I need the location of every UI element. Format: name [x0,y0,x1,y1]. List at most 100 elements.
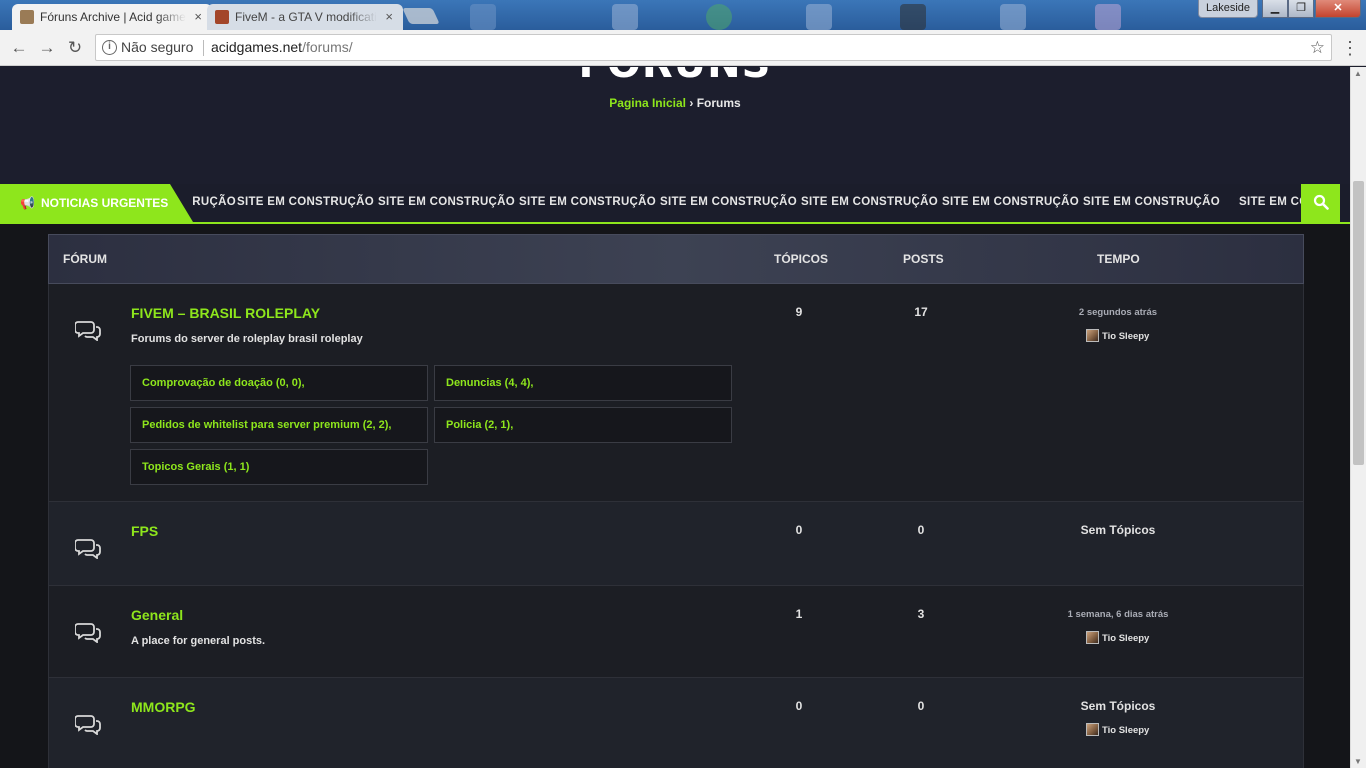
ticker-item[interactable]: SITE EM CONSTRUÇÃO [237,196,374,208]
column-header-posts: POSTS [903,252,944,266]
close-window-button[interactable]: ✕ [1315,0,1361,18]
ticker-item[interactable]: SITE EM CONSTRUÇÃO [1083,196,1220,208]
breadcrumb-current: Forums [696,96,741,110]
ticker-item[interactable]: SITE EM CONSTRUÇÃO [942,196,1079,208]
ticker-item[interactable]: SITE EM CONSTRUÇÃO [660,196,797,208]
profile-button[interactable]: Lakeside [1198,0,1258,18]
chat-bubbles-icon [75,539,101,559]
browser-toolbar: ← → ↻ i Não seguro acidgames.net/forums/… [0,30,1366,66]
forward-arrow-icon[interactable]: → [35,36,59,60]
avatar [1086,329,1099,342]
url-domain: acidgames.net [211,39,303,55]
posts-count: 0 [917,699,925,713]
address-bar[interactable]: i Não seguro acidgames.net/forums/ ☆ [95,34,1332,61]
topics-count: 0 [795,523,803,537]
url-text[interactable]: acidgames.net/forums/ [211,35,353,60]
subforum-link[interactable]: Topicos Gerais (1, 1) [130,449,428,485]
tab-title: FiveM - a GTA V modification [235,10,377,24]
posts-count: 3 [917,607,925,621]
browser-menu-icon[interactable]: ⋮ [1340,36,1360,60]
address-separator [203,40,204,56]
close-tab-icon[interactable]: × [194,4,202,30]
table-row: FIVEM – BRASIL ROLEPLAY Forums do server… [48,284,1304,502]
urgent-news-badge: 📢 NOTICIAS URGENTES [0,184,193,222]
reload-icon[interactable]: ↻ [63,36,87,60]
desktop-icon [1000,4,1026,30]
username: Tio Sleepy [1102,633,1150,644]
breadcrumb-separator: › [689,96,694,110]
info-icon[interactable]: i [102,40,117,55]
forum-title-link[interactable]: MMORPG [131,699,196,715]
ticker-track: STRUÇÃO SITE EM CONSTRUÇÃO SITE EM CONST… [193,184,1302,222]
last-post-user[interactable]: Tio Sleepy [1086,723,1149,736]
last-post-user[interactable]: Tio Sleepy [1086,631,1149,644]
subforum-link[interactable]: Policia (2, 1), [434,407,732,443]
close-tab-icon[interactable]: × [385,4,393,30]
ticker-item[interactable]: SITE EM CONSTRUÇÃO [801,196,938,208]
last-post-user[interactable]: Tio Sleepy [1086,329,1149,342]
subforum-link[interactable]: Comprovação de doação (0, 0), [130,365,428,401]
ticker-item[interactable]: SITE EM CONSTRUÇÃO [1239,196,1302,208]
window-titlebar: Fóruns Archive | Acid games × FiveM - a … [0,0,1366,30]
table-row: FPS 0 0 Sem Tópicos [48,502,1304,586]
breadcrumb: Pagina Inicial › Forums [0,96,1350,110]
desktop-icon [900,4,926,30]
avatar [1086,631,1099,644]
breadcrumb-home-link[interactable]: Pagina Inicial [609,96,686,110]
forum-table: FÓRUM TÓPICOS POSTS TEMPO FIVEM – BRASIL… [48,234,1304,768]
fivem-favicon-icon [215,10,229,24]
back-arrow-icon[interactable]: ← [7,36,31,60]
forum-title-link[interactable]: FIVEM – BRASIL ROLEPLAY [131,305,320,321]
column-header-topics: TÓPICOS [774,252,829,266]
tab-fivem[interactable]: FiveM - a GTA V modification × [207,4,403,30]
column-header-time: TEMPO [1097,252,1140,266]
table-row: General A place for general posts. 1 3 1… [48,586,1304,678]
search-button[interactable] [1301,184,1340,222]
forum-title-link[interactable]: FPS [131,523,158,539]
page-title: FÓRUNS [0,67,1350,87]
urgent-news-label: NOTICIAS URGENTES [40,196,169,210]
forum-description: Forums do server de roleplay brasil role… [131,333,363,345]
posts-count: 0 [917,523,925,537]
desktop-icon [806,4,832,30]
bookmark-star-icon[interactable]: ☆ [1310,35,1325,60]
topics-count: 0 [795,699,803,713]
scroll-down-arrow-icon[interactable]: ▼ [1354,757,1362,766]
scroll-up-arrow-icon[interactable]: ▲ [1354,69,1362,78]
forum-description: A place for general posts. [131,635,266,647]
tab-title: Fóruns Archive | Acid games [40,10,186,24]
hero-banner: FÓRUNS Pagina Inicial › Forums [0,67,1350,184]
ticker-item[interactable]: SITE EM CONSTRUÇÃO [378,196,515,208]
no-topics-label: Sem Tópicos [1080,699,1156,713]
web-page: FÓRUNS Pagina Inicial › Forums STRUÇÃO S… [0,67,1350,768]
subforum-link[interactable]: Pedidos de whitelist para server premium… [130,407,428,443]
chat-bubbles-icon [75,715,101,735]
last-post-time[interactable]: 2 segundos atrás [1058,307,1178,318]
forum-title-link[interactable]: General [131,607,183,623]
scrollbar-thumb[interactable] [1353,181,1364,465]
ticker-item[interactable]: SITE EM CONSTRUÇÃO [519,196,656,208]
table-header: FÓRUM TÓPICOS POSTS TEMPO [48,234,1304,284]
news-ticker: STRUÇÃO SITE EM CONSTRUÇÃO SITE EM CONST… [0,184,1350,224]
last-post-time[interactable]: 1 semana, 6 dias atrás [1046,609,1190,620]
topics-count: 9 [795,305,803,319]
page-scrollbar[interactable]: ▲ ▼ [1350,67,1366,768]
maximize-button[interactable]: ❐ [1288,0,1314,18]
topics-count: 1 [795,607,803,621]
url-path: /forums/ [302,39,353,55]
security-status[interactable]: Não seguro [121,35,193,60]
tab-forums[interactable]: Fóruns Archive | Acid games × [12,4,212,30]
avatar [1086,723,1099,736]
megaphone-icon: 📢 [20,196,35,210]
minimize-button[interactable]: ▁ [1262,0,1288,18]
desktop-icon [612,4,638,30]
ticker-item[interactable]: STRUÇÃO [193,196,236,208]
new-tab-button[interactable] [402,8,440,24]
username: Tio Sleepy [1102,331,1150,342]
subforum-link[interactable]: Denuncias (4, 4), [434,365,732,401]
desktop-icon [1095,4,1121,30]
desktop-icon [470,4,496,30]
desktop-icon [706,4,732,30]
column-header-forum: FÓRUM [63,252,107,266]
posts-count: 17 [914,305,928,319]
